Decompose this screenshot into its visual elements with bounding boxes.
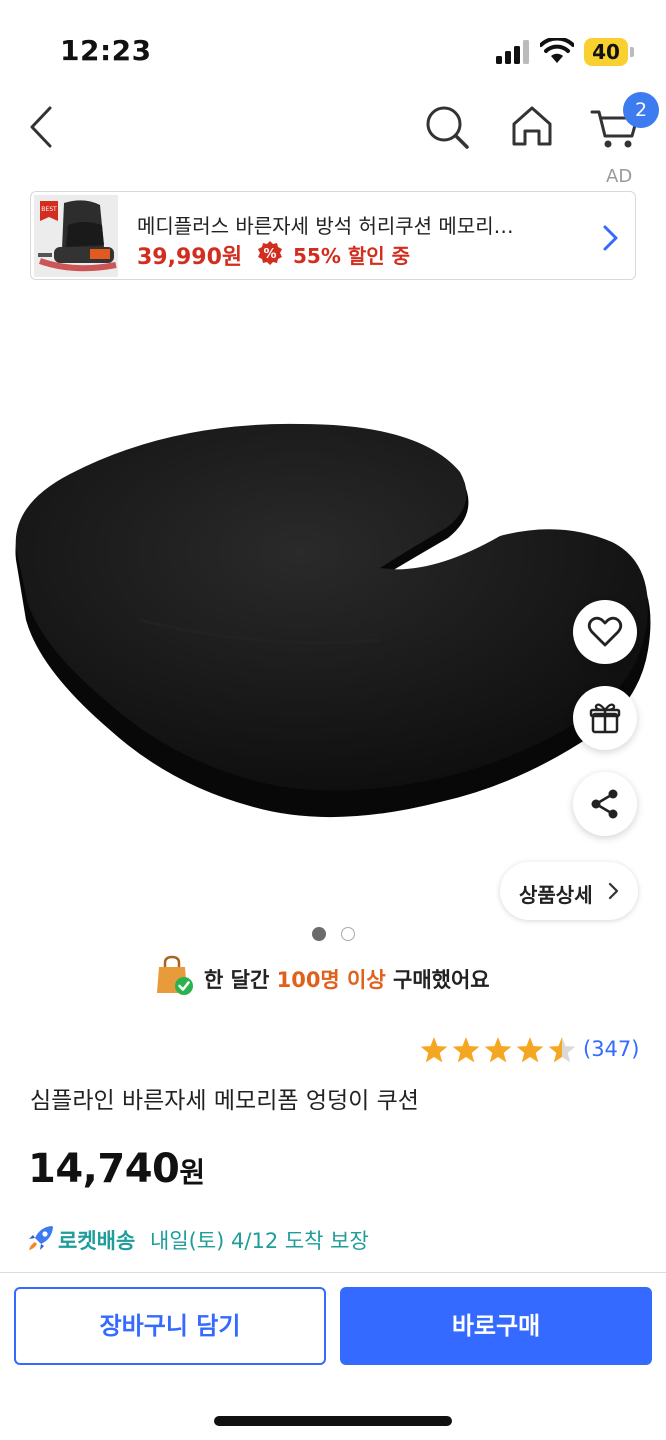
carousel-dot-2[interactable] <box>341 927 355 941</box>
chevron-right-icon <box>608 882 619 900</box>
ad-discount: 55% 할인 중 <box>293 244 410 268</box>
review-count[interactable]: (347) <box>583 1037 639 1061</box>
buy-now-button[interactable]: 바로구매 <box>340 1287 652 1365</box>
product-price: 14,740원 <box>28 1146 205 1192</box>
star-icon <box>484 1037 512 1063</box>
star-icon <box>516 1037 544 1063</box>
rocket-delivery-label: 로켓배송 <box>58 1229 136 1253</box>
status-bar: 12:23 40 <box>0 0 666 100</box>
price-currency: 원 <box>179 1156 206 1189</box>
gift-button[interactable] <box>573 686 637 750</box>
purchase-notice-suffix: 구매했어요 <box>385 968 490 992</box>
ad-chair-image: BEST <box>34 195 118 277</box>
discount-badge-symbol: % <box>263 247 276 262</box>
rocket-icon <box>29 1226 53 1250</box>
signal-icon <box>496 40 529 64</box>
status-time: 12:23 <box>60 34 152 67</box>
search-icon[interactable] <box>422 100 470 152</box>
purchase-notice-highlight: 100명 이상 <box>276 968 386 992</box>
product-detail-button[interactable]: 상품상세 <box>500 862 638 920</box>
ad-title: 메디플러스 바른자세 방석 허리쿠션 메모리… <box>137 214 514 238</box>
product-detail-label: 상품상세 <box>519 883 593 907</box>
shopping-bag-icon <box>157 955 193 995</box>
share-button[interactable] <box>573 772 637 836</box>
ad-banner[interactable]: BEST 메디플러스 바른자세 방석 허리쿠션 메모리… 39,990원 % 5… <box>30 191 636 280</box>
star-icon <box>452 1037 480 1063</box>
back-icon[interactable] <box>22 104 62 150</box>
wifi-icon <box>540 38 574 63</box>
carousel-dot-1[interactable] <box>312 927 326 941</box>
battery-indicator: 40 <box>584 38 628 66</box>
chevron-right-icon[interactable] <box>599 224 621 252</box>
purchase-notice-prefix: 한 달간 <box>204 968 277 992</box>
wishlist-button[interactable] <box>573 600 637 664</box>
share-icon <box>591 789 618 819</box>
rating-stars[interactable] <box>420 1036 578 1064</box>
star-icon <box>548 1037 576 1063</box>
ad-thumb-badge: BEST <box>41 206 57 213</box>
star-icon <box>420 1037 448 1063</box>
gift-icon <box>589 703 621 734</box>
home-indicator[interactable] <box>214 1416 452 1426</box>
add-to-cart-button[interactable]: 장바구니 담기 <box>14 1287 326 1365</box>
cart-count-badge[interactable]: 2 <box>623 92 659 128</box>
ad-price: 39,990원 <box>137 245 243 270</box>
delivery-date: 내일(토) 4/12 도착 보장 <box>150 1229 369 1253</box>
ad-thumbnail: BEST <box>34 195 118 277</box>
battery-tip <box>630 47 634 57</box>
discount-badge-icon: % <box>258 241 282 265</box>
price-value: 14,740 <box>28 1146 180 1192</box>
heart-icon <box>587 616 623 647</box>
product-title: 심플라인 바른자세 메모리폼 엉덩이 쿠션 <box>30 1088 419 1114</box>
purchase-notice: 한 달간 100명 이상 구매했어요 <box>204 964 490 994</box>
ad-label: AD <box>606 166 633 187</box>
product-image[interactable] <box>0 400 666 840</box>
home-icon[interactable] <box>508 100 556 152</box>
